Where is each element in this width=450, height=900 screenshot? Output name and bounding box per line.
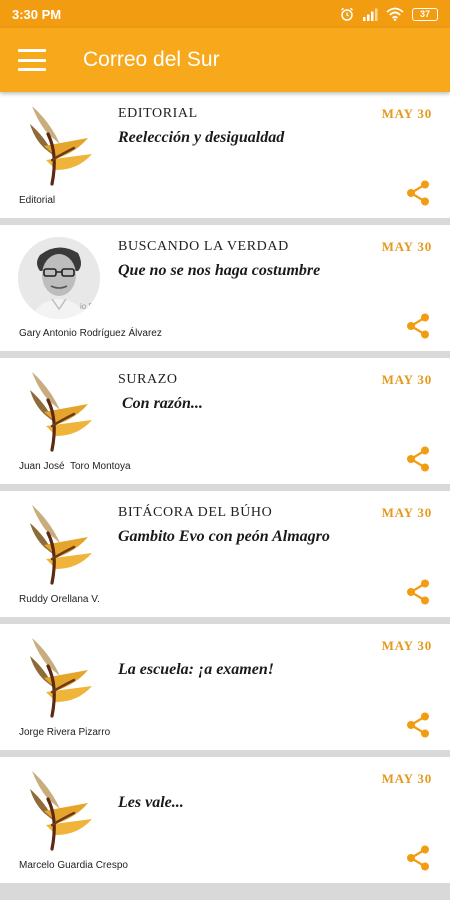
correo-del-sur-logo-icon: [18, 636, 100, 718]
article-card[interactable]: SURAZO Con razón... MAY 30 Juan José Toro …: [0, 358, 450, 484]
article-headline[interactable]: Que no se nos haga costumbre: [118, 262, 368, 280]
article-author: Gary Antonio Rodríguez Álvarez: [19, 328, 162, 339]
share-icon[interactable]: [406, 313, 430, 339]
hamburger-menu-button[interactable]: [0, 28, 64, 92]
share-icon[interactable]: [406, 845, 430, 871]
hamburger-menu-icon: [18, 49, 46, 71]
article-headline[interactable]: Con razón...: [118, 395, 368, 413]
article-date: MAY 30: [381, 239, 432, 254]
article-date: MAY 30: [381, 638, 432, 653]
article-author: Ruddy Orellana V.: [19, 594, 100, 605]
article-headline[interactable]: Reelección y desigualdad: [118, 129, 368, 147]
svg-text:io E: io E: [80, 302, 94, 311]
article-date: MAY 30: [381, 771, 432, 786]
author-avatar: io E: [18, 237, 100, 319]
battery-icon: 37: [412, 7, 438, 21]
status-bar: 3:30 PM 37: [0, 0, 450, 28]
article-card[interactable]: Les vale... MAY 30 Marcelo Guardia Crespo: [0, 757, 450, 883]
status-time: 3:30 PM: [12, 6, 62, 22]
article-headline[interactable]: La escuela: ¡a examen!: [118, 661, 368, 679]
share-icon[interactable]: [406, 180, 430, 206]
share-icon[interactable]: [406, 712, 430, 738]
correo-del-sur-logo-icon: [18, 503, 100, 585]
share-icon[interactable]: [406, 579, 430, 605]
correo-del-sur-logo-icon: [18, 769, 100, 851]
article-date: MAY 30: [381, 106, 432, 121]
article-card[interactable]: EDITORIAL Reelección y desigualdad MAY 30 E…: [0, 92, 450, 218]
correo-del-sur-logo-icon: [18, 104, 100, 186]
correo-del-sur-logo-icon: [18, 370, 100, 452]
article-author: Editorial: [19, 195, 56, 206]
article-section: BITÁCORA DEL BÚHO: [118, 505, 273, 520]
article-author: Juan José Toro Montoya: [19, 461, 131, 472]
article-card[interactable]: io E BUSCANDO LA VERDAD Que no se nos hag…: [0, 225, 450, 351]
article-feed: EDITORIAL Reelección y desigualdad MAY 30 E…: [0, 92, 450, 890]
signal-icon: [363, 8, 378, 21]
article-section: SURAZO: [118, 372, 178, 387]
wifi-icon: [386, 7, 404, 21]
share-icon[interactable]: [406, 446, 430, 472]
article-card[interactable]: BITÁCORA DEL BÚHO Gambito Evo con peón Al…: [0, 491, 450, 617]
article-author: Jorge Rivera Pizarro: [19, 727, 111, 738]
article-section: BUSCANDO LA VERDAD: [118, 239, 289, 254]
article-card[interactable]: La escuela: ¡a examen! MAY 30 Jorge Rivera…: [0, 624, 450, 750]
app-bar: Correo del Sur: [0, 28, 450, 92]
article-headline[interactable]: Les vale...: [118, 794, 368, 812]
alarm-icon: [341, 7, 353, 21]
article-date: MAY 30: [381, 505, 432, 520]
article-section: EDITORIAL: [118, 106, 198, 121]
article-date: MAY 30: [381, 372, 432, 387]
article-author: Marcelo Guardia Crespo: [19, 860, 128, 871]
battery-level: 37: [419, 9, 430, 19]
article-headline[interactable]: Gambito Evo con peón Almagro: [118, 528, 368, 546]
app-title: Correo del Sur: [83, 48, 220, 71]
